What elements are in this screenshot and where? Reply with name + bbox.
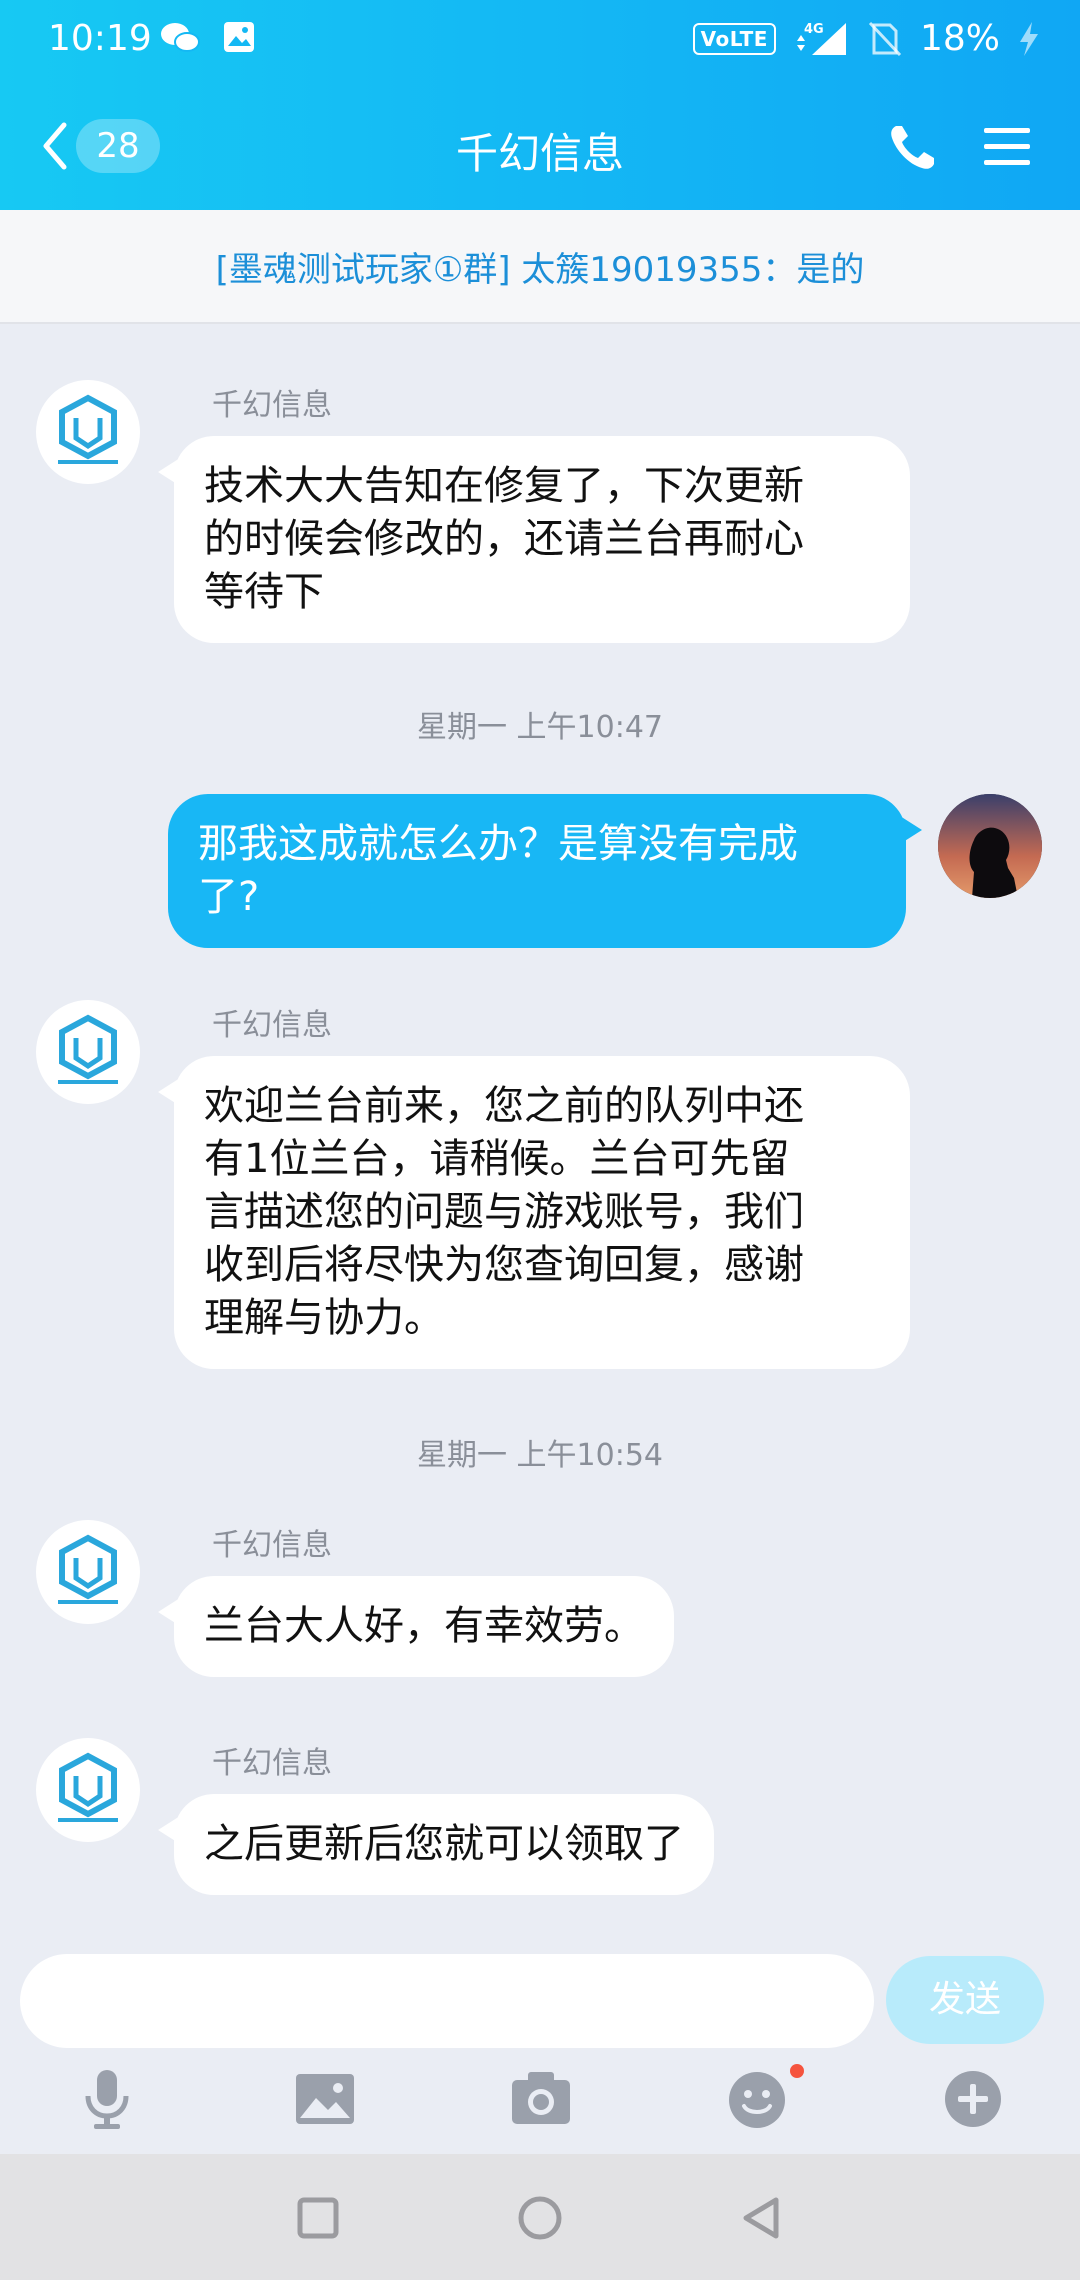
phone-icon[interactable] xyxy=(886,120,940,174)
qianhuan-logo-icon xyxy=(58,1014,118,1084)
message-bubble[interactable]: 技术大大告知在修复了，下次更新 的时候会修改的，还请兰台再耐心 等待下 xyxy=(158,436,910,643)
sender-name: 千幻信息 xyxy=(212,388,332,423)
qianhuan-logo-icon xyxy=(58,1752,118,1822)
message-line: 兰台大人好，有幸效劳。 xyxy=(204,1603,644,1649)
message-line: 了? xyxy=(198,874,260,920)
title-bar: 28 千幻信息 xyxy=(0,80,1080,210)
message-line: 言描述您的问题与游戏账号，我们 xyxy=(204,1189,804,1235)
microphone-icon[interactable] xyxy=(72,2064,142,2134)
message-line: 技术大大告知在修复了，下次更新 xyxy=(204,463,804,509)
user-avatar-icon xyxy=(938,794,1042,898)
emoji-icon[interactable] xyxy=(722,2064,792,2134)
top-header: 10:19 VoLTE 4G 18% 28 千幻信息 xyxy=(0,0,1080,210)
charging-bolt-icon xyxy=(1020,21,1038,56)
image-icon[interactable] xyxy=(290,2064,360,2134)
message-input[interactable] xyxy=(20,1954,874,2048)
sender-name: 千幻信息 xyxy=(212,1746,332,1781)
wechat-icon xyxy=(161,23,200,52)
network-type: 4G xyxy=(804,22,824,37)
message-line: 欢迎兰台前来，您之前的队列中还 xyxy=(204,1083,804,1129)
battery-percent: 18% xyxy=(919,18,1000,59)
sender-name: 千幻信息 xyxy=(212,1528,332,1563)
status-time: 10:19 xyxy=(48,18,152,59)
status-bar: 10:19 VoLTE 4G 18% xyxy=(0,0,1080,80)
message-line: 理解与协力。 xyxy=(204,1295,444,1341)
timestamp: 星期一 上午10:47 xyxy=(417,710,663,745)
plus-icon[interactable] xyxy=(938,2064,1008,2134)
qianhuan-logo-icon xyxy=(58,1534,118,1604)
notification-dot xyxy=(790,2064,804,2078)
chat-messages[interactable]: 千幻信息 技术大大告知在修复了，下次更新 的时候会修改的，还请兰台再耐心 等待下… xyxy=(0,324,1080,1944)
send-button[interactable]: 发送 xyxy=(886,1956,1044,2044)
message-line: 那我这成就怎么办？是算没有完成 xyxy=(198,821,798,867)
back-nav-icon[interactable] xyxy=(738,2194,786,2242)
camera-icon[interactable] xyxy=(506,2064,576,2134)
message-bubble[interactable]: 欢迎兰台前来，您之前的队列中还 有1位兰台，请稍候。兰台可先留 言描述您的问题与… xyxy=(158,1056,910,1369)
avatar[interactable] xyxy=(36,380,140,484)
group-message-banner[interactable]: [墨魂测试玩家①群] 太簇19019355：是的 xyxy=(0,210,1080,324)
sender-name: 千幻信息 xyxy=(212,1008,332,1043)
qianhuan-logo-icon xyxy=(58,394,118,464)
message-bubble-outgoing[interactable]: 那我这成就怎么办？是算没有完成 了? xyxy=(168,794,922,948)
message-line: 之后更新后您就可以领取了 xyxy=(204,1821,684,1867)
volte-indicator: VoLTE xyxy=(692,22,776,55)
signal-4g-icon: 4G xyxy=(796,22,846,55)
message-bubble[interactable]: 兰台大人好，有幸效劳。 xyxy=(158,1576,674,1677)
avatar[interactable] xyxy=(36,1520,140,1624)
avatar[interactable] xyxy=(36,1738,140,1842)
banner-text: [墨魂测试玩家①群] 太簇19019355：是的 xyxy=(215,249,865,290)
system-nav-bar xyxy=(0,2154,1080,2280)
message-line: 等待下 xyxy=(204,569,324,615)
avatar[interactable] xyxy=(36,1000,140,1104)
message-line: 收到后将尽快为您查询回复，感谢 xyxy=(204,1242,804,1288)
timestamp: 星期一 上午10:54 xyxy=(417,1438,663,1473)
message-bubble[interactable]: 之后更新后您就可以领取了 xyxy=(158,1794,714,1895)
no-sim-icon xyxy=(868,21,902,56)
recent-apps-icon[interactable] xyxy=(294,2194,342,2242)
message-line: 有1位兰台，请稍候。兰台可先留 xyxy=(204,1136,790,1182)
message-line: 的时候会修改的，还请兰台再耐心 xyxy=(204,516,804,562)
menu-icon[interactable] xyxy=(980,120,1034,174)
my-avatar[interactable] xyxy=(938,794,1042,898)
status-right: VoLTE 4G 18% xyxy=(692,18,1040,59)
home-icon[interactable] xyxy=(516,2194,564,2242)
gallery-notification-icon xyxy=(224,22,254,52)
input-bar: 发送 xyxy=(0,1944,1080,2154)
